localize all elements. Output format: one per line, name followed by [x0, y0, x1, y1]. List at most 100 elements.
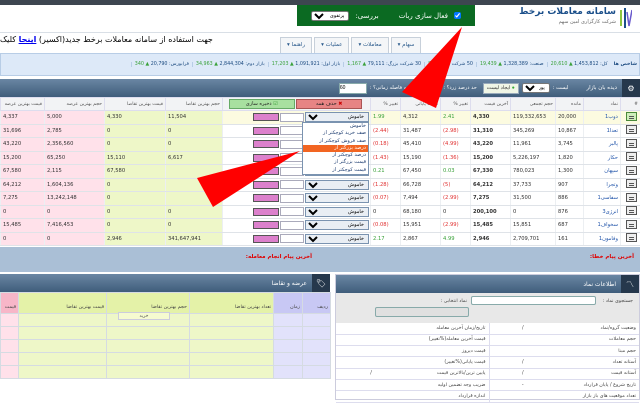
document-icon[interactable]	[626, 179, 637, 188]
threshold-label: حد درصد زرد؟ :	[443, 85, 476, 91]
symbol-cell[interactable]: وتجرا	[584, 178, 621, 192]
col-time: زمان	[274, 293, 303, 314]
alert-value-input[interactable]	[280, 221, 304, 230]
threshold-input[interactable]	[412, 83, 440, 94]
document-icon[interactable]	[626, 112, 637, 121]
gear-icon[interactable]: ⚙	[622, 79, 640, 97]
row-icon-cell[interactable]	[621, 111, 640, 125]
bid-price-cell: 0	[105, 138, 166, 152]
alert-value-input[interactable]	[280, 113, 304, 122]
alert-color-swatch[interactable]	[253, 221, 279, 229]
dropdown-option[interactable]: صف فروش کوچکتر از	[303, 138, 368, 145]
close-change-cell: (0.07)	[371, 192, 401, 206]
last-change-cell: 0	[441, 205, 471, 219]
document-icon[interactable]	[626, 233, 637, 242]
alert-color-swatch[interactable]	[253, 127, 279, 135]
dropdown-option[interactable]: قیمت بزرگتر از	[303, 159, 368, 166]
symbol-cell[interactable]: حکار	[584, 151, 621, 165]
delete-all-button[interactable]: ✖ حذف همه	[296, 99, 362, 109]
alert-value-input[interactable]	[280, 180, 304, 189]
alert-color-swatch[interactable]	[253, 167, 279, 175]
alert-value-input[interactable]	[280, 234, 304, 243]
close-change-cell: 0.21	[371, 165, 401, 179]
alert-value-input[interactable]	[280, 194, 304, 203]
document-icon[interactable]	[626, 166, 637, 175]
robot-checkbox[interactable]	[454, 12, 461, 19]
row-icon-cell[interactable]	[621, 192, 640, 206]
save-button[interactable]: ☑ ذخیره سازی	[229, 99, 295, 109]
alert-select[interactable]: خاموش	[305, 234, 369, 244]
symbol-cell[interactable]: سفاسی1	[584, 192, 621, 206]
menu-stocks[interactable]: سهام ▾	[391, 37, 422, 53]
row-icon-cell[interactable]	[621, 151, 640, 165]
document-icon[interactable]	[626, 193, 637, 202]
dropdown-option[interactable]: صف خرید کوچکتر از	[303, 130, 368, 137]
logo: سامانه معاملات برخط شرکت کارگزاری امین س…	[482, 7, 632, 31]
alert-select[interactable]: خاموش	[305, 207, 369, 217]
review-select[interactable]: پرتفوی	[311, 11, 349, 21]
alert-select[interactable]: خاموش	[305, 112, 369, 122]
dropdown-option[interactable]: درصد بزرگتر از	[303, 145, 368, 152]
col-row: ردیف	[303, 293, 331, 314]
dropdown-option[interactable]: قیمت کوچکتر از	[303, 167, 368, 174]
index-item: کل: 1,453,812 ▲ 20,610	[547, 62, 611, 67]
info-value	[489, 334, 559, 345]
row-icon-cell[interactable]	[621, 138, 640, 152]
info-label: تاریخ/زمان آخرین معامله	[409, 323, 489, 334]
order-book-cell	[107, 340, 190, 353]
symbol-cell[interactable]: ذوب1	[584, 111, 621, 125]
document-icon[interactable]	[626, 220, 637, 229]
alert-value-input[interactable]	[280, 126, 304, 135]
symbol-search-input[interactable]	[471, 296, 596, 305]
alert-value-input[interactable]	[280, 207, 304, 216]
close-change-cell: 1.99	[371, 111, 401, 125]
alert-color-swatch[interactable]	[253, 140, 279, 148]
alert-color-swatch[interactable]	[253, 113, 279, 121]
symbol-cell[interactable]: سخواف1	[584, 219, 621, 233]
table-row: وتجرا90737,73364,212(5)66,728(1.28)خاموش…	[1, 178, 640, 192]
menu-operations[interactable]: عملیات ▾	[314, 37, 349, 53]
symbol-cell[interactable]: سپهان	[584, 165, 621, 179]
bid-volume-cell: 6,617	[166, 151, 223, 165]
menu-trades[interactable]: معاملات ▾	[351, 37, 388, 53]
document-icon[interactable]	[626, 152, 637, 161]
symbol-cell[interactable]: انرژی3	[584, 205, 621, 219]
alert-value-input[interactable]	[280, 167, 304, 176]
document-icon[interactable]	[626, 139, 637, 148]
menu-help[interactable]: راهنما ▾	[280, 37, 312, 53]
delete-all-label: حذف همه	[316, 101, 337, 107]
alert-color-swatch[interactable]	[253, 235, 279, 243]
alert-color-swatch[interactable]	[253, 194, 279, 202]
alert-select[interactable]: خاموش	[305, 193, 369, 203]
symbol-cell[interactable]: پالبر	[584, 138, 621, 152]
last-change-cell: 4.99	[441, 232, 471, 246]
alert-color-swatch[interactable]	[253, 181, 279, 189]
remain-cell: 161	[556, 232, 584, 246]
alert-value-input[interactable]	[280, 140, 304, 149]
order-book-cell	[190, 314, 274, 327]
alert-select[interactable]: خاموش	[305, 180, 369, 190]
row-icon-cell[interactable]	[621, 205, 640, 219]
info-row: آستانه قیمت/پایین ترین/بالاترین قیمت/	[336, 368, 639, 379]
ask-price-cell: 0	[1, 232, 45, 246]
notice-link[interactable]: اینجا	[19, 35, 37, 44]
dropdown-option[interactable]: خاموش	[303, 123, 368, 130]
volume-cell: 5,226,197	[511, 151, 556, 165]
document-icon[interactable]	[626, 206, 637, 215]
alert-value-input[interactable]	[280, 153, 304, 162]
list-select[interactable]: پورتفو 1	[522, 83, 550, 93]
alert-color-swatch[interactable]	[253, 208, 279, 216]
order-book-title: عرضه و تقاضا	[272, 280, 307, 287]
row-icon-cell[interactable]	[621, 124, 640, 138]
row-icon-cell[interactable]	[621, 219, 640, 233]
symbol-cell[interactable]: وفامون1	[584, 232, 621, 246]
symbol-cell[interactable]: تعدا1	[584, 124, 621, 138]
row-icon-cell[interactable]	[621, 232, 640, 246]
document-icon[interactable]	[626, 125, 637, 134]
row-icon-cell[interactable]	[621, 165, 640, 179]
create-list-button[interactable]: ● ایجاد لیست	[483, 83, 519, 94]
alert-select[interactable]: خاموش	[305, 220, 369, 230]
interval-input[interactable]	[339, 83, 367, 94]
row-icon-cell[interactable]	[621, 178, 640, 192]
alert-color-swatch[interactable]	[253, 154, 279, 162]
